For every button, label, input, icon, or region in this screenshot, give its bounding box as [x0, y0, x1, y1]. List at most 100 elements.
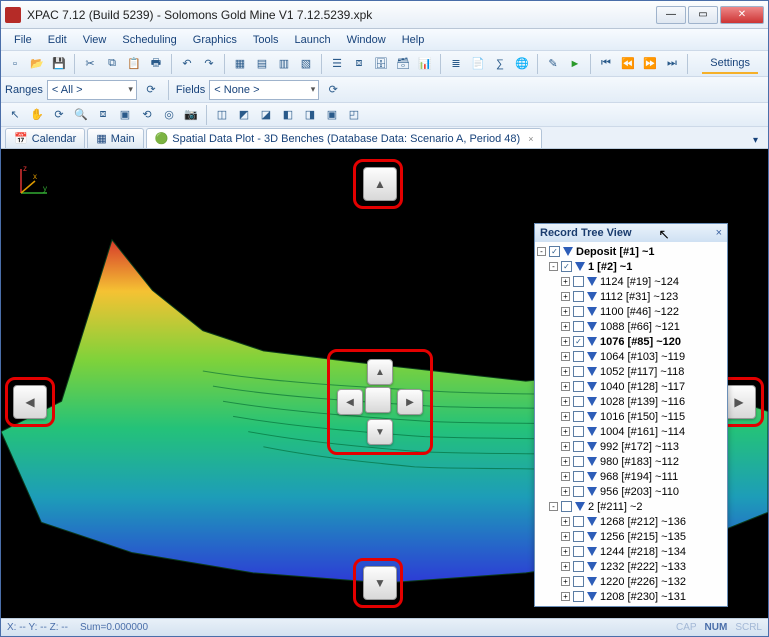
grid2-icon[interactable]: ▤ [252, 54, 272, 74]
pad-center-button[interactable] [365, 387, 391, 413]
tree-node[interactable]: +1040 [#128] ~117 [537, 379, 725, 394]
pad-right-button[interactable]: ▶ [397, 389, 423, 415]
tree-node[interactable]: -✓1 [#2] ~1 [537, 259, 725, 274]
paste-icon[interactable]: 📋 [124, 54, 144, 74]
expand-icon[interactable]: + [561, 532, 570, 541]
checkbox[interactable] [573, 351, 584, 362]
tree-node[interactable]: +✓1076 [#85] ~120 [537, 334, 725, 349]
collapse-icon[interactable]: - [549, 262, 558, 271]
print-icon[interactable]: 🖶 [146, 54, 166, 74]
pad-up-button[interactable]: ▲ [367, 359, 393, 385]
checkbox[interactable] [573, 561, 584, 572]
checkbox[interactable] [573, 456, 584, 467]
expand-icon[interactable]: + [561, 352, 570, 361]
redo-icon[interactable]: ↷ [199, 54, 219, 74]
play-icon[interactable]: ► [565, 54, 585, 74]
tab-overflow-icon[interactable]: ▾ [747, 133, 764, 148]
pad-down-button[interactable]: ▼ [367, 419, 393, 445]
tree-node[interactable]: +1004 [#161] ~114 [537, 424, 725, 439]
viewport-3d[interactable]: z y x ▲ ▼ ◀ ▶ ▲ ▼ ◀ ▶ Record Tree View × [1, 149, 768, 618]
checkbox[interactable] [573, 531, 584, 542]
menu-tools[interactable]: Tools [246, 32, 286, 48]
expand-icon[interactable]: + [561, 382, 570, 391]
tree-node[interactable]: -✓Deposit [#1] ~1 [537, 244, 725, 259]
grid-icon[interactable]: ▦ [230, 54, 250, 74]
menu-file[interactable]: File [7, 32, 39, 48]
checkbox[interactable] [573, 426, 584, 437]
cube3-icon[interactable]: ◪ [256, 105, 276, 125]
checkbox[interactable] [573, 381, 584, 392]
tree-node[interactable]: +1088 [#66] ~121 [537, 319, 725, 334]
prev-icon[interactable]: ⏪ [618, 54, 638, 74]
tree-node[interactable]: +1064 [#103] ~119 [537, 349, 725, 364]
tree-node[interactable]: +1220 [#226] ~132 [537, 574, 725, 589]
new-icon[interactable]: ▫ [5, 54, 25, 74]
tree-node[interactable]: +1100 [#46] ~122 [537, 304, 725, 319]
checkbox[interactable] [573, 291, 584, 302]
open-icon[interactable]: 📂 [27, 54, 47, 74]
cube6-icon[interactable]: ▣ [322, 105, 342, 125]
tree-node[interactable]: +1196 [#234] ~130 [537, 604, 725, 606]
collapse-icon[interactable]: - [537, 247, 546, 256]
tab-main[interactable]: ▦ Main [87, 128, 143, 148]
checkbox[interactable] [573, 306, 584, 317]
zoom-fit-icon[interactable]: ▣ [115, 105, 135, 125]
tree-node[interactable]: +1232 [#222] ~133 [537, 559, 725, 574]
ranges-combo[interactable]: < All > [47, 80, 137, 100]
checkbox[interactable] [573, 546, 584, 557]
nav-left-button[interactable]: ◀ [13, 385, 47, 419]
nav-down-button[interactable]: ▼ [363, 566, 397, 600]
tree-close-icon[interactable]: × [716, 227, 722, 239]
expand-icon[interactable]: + [561, 322, 570, 331]
expand-icon[interactable]: + [561, 442, 570, 451]
expand-icon[interactable]: + [561, 412, 570, 421]
menu-edit[interactable]: Edit [41, 32, 74, 48]
checkbox[interactable] [573, 366, 584, 377]
grab-icon[interactable]: ✋ [27, 105, 47, 125]
expand-icon[interactable]: + [561, 397, 570, 406]
expand-icon[interactable]: + [561, 292, 570, 301]
camera-icon[interactable]: 📷 [181, 105, 201, 125]
tab-spatial[interactable]: 🟢 Spatial Data Plot - 3D Benches (Databa… [146, 128, 543, 148]
layers-icon[interactable]: ☰ [327, 54, 347, 74]
tree-node[interactable]: +1268 [#212] ~136 [537, 514, 725, 529]
tree-node[interactable]: +1124 [#19] ~124 [537, 274, 725, 289]
expand-icon[interactable]: + [561, 337, 570, 346]
checkbox[interactable] [573, 516, 584, 527]
expand-icon[interactable]: + [561, 487, 570, 496]
collapse-icon[interactable]: - [549, 502, 558, 511]
report-icon[interactable]: 📄 [468, 54, 488, 74]
checkbox[interactable] [573, 441, 584, 452]
cube5-icon[interactable]: ◨ [300, 105, 320, 125]
tree-node[interactable]: +956 [#203] ~110 [537, 484, 725, 499]
checkbox[interactable] [573, 321, 584, 332]
expand-icon[interactable]: + [561, 307, 570, 316]
fields-refresh-icon[interactable]: ⟳ [323, 80, 343, 100]
menu-graphics[interactable]: Graphics [186, 32, 244, 48]
expand-icon[interactable]: + [561, 457, 570, 466]
maximize-button[interactable]: ▭ [688, 6, 718, 24]
grid3-icon[interactable]: ▥ [274, 54, 294, 74]
checkbox[interactable] [561, 501, 572, 512]
cube7-icon[interactable]: ◰ [344, 105, 364, 125]
checkbox[interactable]: ✓ [561, 261, 572, 272]
menu-scheduling[interactable]: Scheduling [115, 32, 183, 48]
target-icon[interactable]: ◎ [159, 105, 179, 125]
settings-link[interactable]: Settings [702, 54, 758, 74]
first-icon[interactable]: ⏮ [596, 54, 616, 74]
edit-icon[interactable]: ✎ [543, 54, 563, 74]
checkbox[interactable]: ✓ [549, 246, 560, 257]
expand-icon[interactable]: + [561, 367, 570, 376]
refresh-icon[interactable]: ⟳ [49, 105, 69, 125]
zoom-in-icon[interactable]: 🔍 [71, 105, 91, 125]
expand-icon[interactable]: + [561, 277, 570, 286]
db-icon[interactable]: 🗄 [371, 54, 391, 74]
checkbox[interactable] [573, 471, 584, 482]
tree-node[interactable]: +1016 [#150] ~115 [537, 409, 725, 424]
tree-node[interactable]: -2 [#211] ~2 [537, 499, 725, 514]
tree-node[interactable]: +1028 [#139] ~116 [537, 394, 725, 409]
minimize-button[interactable]: — [656, 6, 686, 24]
close-button[interactable]: ✕ [720, 6, 764, 24]
chart-icon[interactable]: 📊 [415, 54, 435, 74]
tree-node[interactable]: +968 [#194] ~111 [537, 469, 725, 484]
